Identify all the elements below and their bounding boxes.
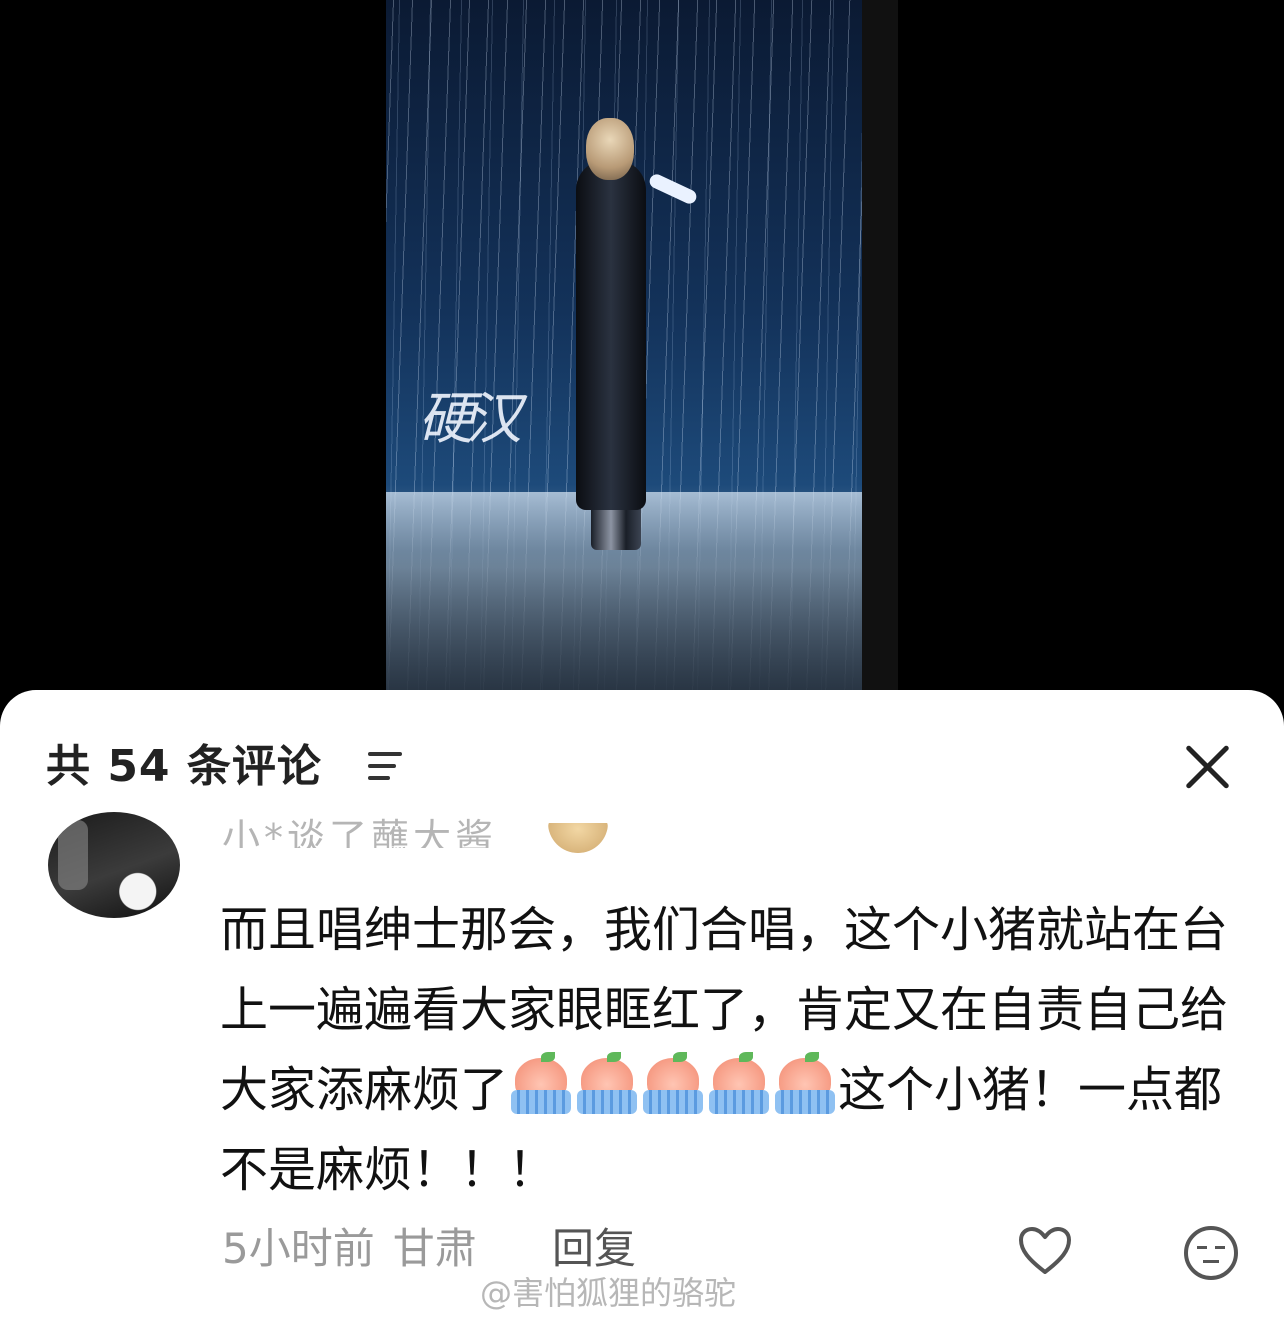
stage-logo: 硬汉 xyxy=(418,387,522,452)
video-edge xyxy=(862,0,898,692)
video-area[interactable]: 硬汉 xyxy=(0,0,1284,700)
comment-text: 而且唱绅士那会，我们合唱，这个小猪就站在台上一遍遍看大家眼眶红了，肯定又在自责自… xyxy=(220,890,1240,1210)
crying-pig-emoji xyxy=(641,1052,705,1116)
comment-username[interactable]: 小*谈了蘸大酱 xyxy=(222,818,497,848)
singer-head xyxy=(586,118,634,180)
like-icon[interactable] xyxy=(1018,1226,1072,1276)
close-icon[interactable] xyxy=(1182,742,1232,792)
avatar[interactable] xyxy=(48,812,180,918)
reply-button[interactable]: 回复 xyxy=(552,1215,636,1276)
crying-pig-emoji xyxy=(707,1052,771,1116)
comment-meta: 5小时前 甘肃 xyxy=(222,1215,495,1276)
comment-sheet: 共 54 条评论 小*谈了蘸大酱 而且唱绅士那会，我们合唱，这个小猪就站在台上一… xyxy=(0,690,1284,1320)
comment-count-title: 共 54 条评论 xyxy=(46,741,322,792)
sort-icon[interactable] xyxy=(368,752,408,782)
comment-time: 5小时前 xyxy=(222,1224,375,1273)
sheet-header: 共 54 条评论 xyxy=(0,690,1284,820)
singer-body xyxy=(576,160,646,510)
comment-location: 甘肃 xyxy=(392,1224,477,1273)
crying-pig-emoji xyxy=(509,1052,573,1116)
username-emoji-icon xyxy=(548,823,608,853)
video-frame[interactable]: 硬汉 xyxy=(386,0,862,692)
crying-pig-emoji xyxy=(575,1052,639,1116)
watermark: @害怕狐狸的骆驼 xyxy=(480,1274,737,1312)
crying-pig-emoji xyxy=(773,1052,837,1116)
mood-icon[interactable] xyxy=(1184,1226,1238,1280)
